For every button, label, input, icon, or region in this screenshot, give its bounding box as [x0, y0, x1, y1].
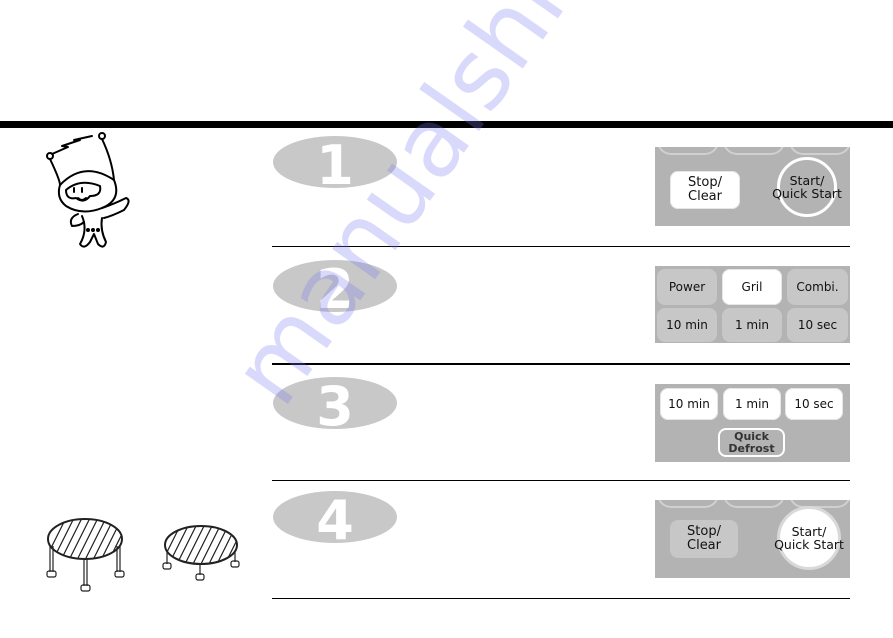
svg-text:4: 4	[316, 489, 354, 546]
stop-clear-button[interactable]: Stop/ Clear	[670, 171, 740, 209]
one-min-button[interactable]: 1 min	[723, 388, 781, 420]
key-label: Stop/	[687, 524, 721, 540]
ten-min-button[interactable]: 10 min	[660, 388, 718, 420]
control-panel: Stop/ Clear Start/ Quick Start	[655, 147, 850, 226]
step-2: 2 Power Gril Combi. 10 min 1 min 10 sec	[272, 255, 850, 365]
key-label: Clear	[687, 538, 721, 553]
key-label: Quick Start	[772, 186, 842, 201]
power-button[interactable]: Power	[657, 269, 717, 305]
key-edge	[723, 147, 785, 155]
step-divider	[272, 598, 850, 599]
key-label: Quick	[734, 429, 769, 443]
svg-text:3: 3	[316, 375, 354, 432]
key-edge	[657, 500, 719, 508]
start-quick-start-button[interactable]: Start/ Quick Start	[772, 157, 842, 217]
ten-sec-button[interactable]: 10 sec	[787, 308, 848, 342]
start-quick-start-button[interactable]: Start/ Quick Start	[774, 506, 844, 570]
svg-text:1: 1	[316, 134, 354, 191]
key-label: Stop/	[688, 175, 722, 191]
control-panel: Power Gril Combi. 10 min 1 min 10 sec	[655, 266, 850, 343]
key-label: Quick Start	[774, 537, 844, 552]
quick-defrost-button[interactable]: Quick Defrost	[718, 428, 785, 457]
mascot-illustration	[46, 132, 130, 248]
low-rack-icon	[162, 525, 240, 581]
step-divider	[272, 246, 850, 247]
key-edge	[789, 147, 850, 155]
step-3: 3 10 min 1 min 10 sec Quick Defrost	[272, 370, 850, 480]
step-4: 4 Stop/ Clear Start/ Quick Start	[272, 488, 850, 600]
step-number-badge: 4	[273, 489, 397, 546]
racks-illustration	[46, 518, 240, 592]
key-edge	[657, 147, 719, 155]
svg-text:2: 2	[316, 258, 354, 315]
stop-clear-button[interactable]: Stop/ Clear	[670, 520, 738, 558]
step-number-badge: 1	[273, 134, 397, 191]
control-panel: Stop/ Clear Start/ Quick Start	[655, 500, 850, 578]
high-rack-icon	[46, 518, 125, 592]
step-divider	[272, 363, 850, 365]
combi-button[interactable]: Combi.	[787, 269, 848, 305]
header-rule	[0, 121, 893, 128]
ten-min-button[interactable]: 10 min	[657, 308, 717, 342]
control-panel: 10 min 1 min 10 sec Quick Defrost	[655, 384, 850, 462]
one-min-button[interactable]: 1 min	[722, 308, 782, 342]
step-divider	[272, 480, 850, 481]
grill-button[interactable]: Gril	[722, 269, 782, 305]
step-number-badge: 2	[273, 258, 397, 315]
step-number-badge: 3	[273, 375, 397, 432]
ten-sec-button[interactable]: 10 sec	[785, 388, 843, 420]
key-label: Clear	[688, 189, 722, 204]
step-1: 1 Stop/ Clear Start/ Quick Start	[272, 133, 850, 245]
key-edge	[723, 500, 785, 508]
key-label: Defrost	[728, 441, 775, 455]
